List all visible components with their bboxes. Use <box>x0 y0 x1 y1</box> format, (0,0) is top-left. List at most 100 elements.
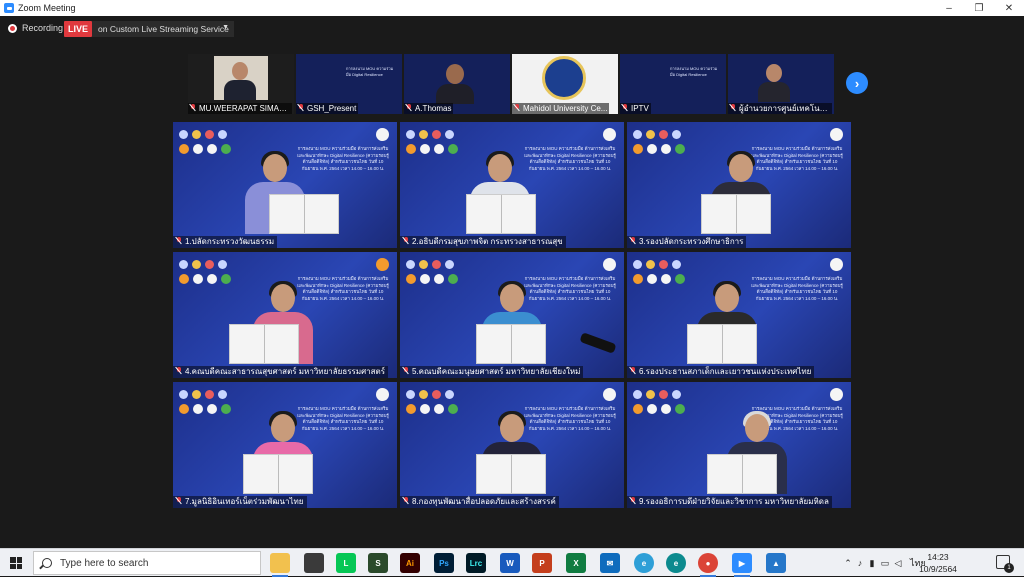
logo-row <box>633 274 685 284</box>
mail-icon[interactable]: ✉ <box>600 553 620 573</box>
chevron-right-icon: › <box>854 75 860 91</box>
participant-name: 3.รองปลัดกระทรวงศึกษาธิการ <box>627 236 747 248</box>
notification-icon[interactable]: 1 <box>996 555 1014 573</box>
strip-tile[interactable]: การลงนาม MOU ความร่วมมือ Digital Resilie… <box>620 54 726 114</box>
volume-icon[interactable]: ◁ <box>892 558 904 569</box>
windows-icon <box>10 557 22 569</box>
participant-name: 5.คณบดีคณะมนุษยศาสตร์ มหาวิทยาลัยเชียงให… <box>400 366 584 378</box>
illustrator-icon[interactable]: Ai <box>400 553 420 573</box>
participant-name: A.Thomas <box>404 103 454 114</box>
scribus-icon[interactable]: S <box>368 553 388 573</box>
mic-muted-icon <box>190 104 196 111</box>
logo-row <box>633 260 681 269</box>
mic-muted-icon <box>403 237 409 244</box>
mic-muted-icon <box>630 237 636 244</box>
video-tile[interactable]: การลงนาม MOU ความร่วมมือ ด้านการส่งเสริม… <box>173 382 397 508</box>
logo-row <box>179 274 231 284</box>
logo-row <box>633 130 681 139</box>
video-tile[interactable]: การลงนาม MOU ความร่วมมือ ด้านการส่งเสริม… <box>627 122 851 248</box>
start-button[interactable] <box>0 549 32 577</box>
taskbar-clock[interactable]: 14:23 10/9/2564 <box>912 551 964 575</box>
photoshop-icon[interactable]: Ps <box>434 553 454 573</box>
powerpoint-icon[interactable]: P <box>532 553 552 573</box>
mou-document <box>701 194 771 234</box>
mic-muted-icon <box>406 104 412 111</box>
strip-tile[interactable]: ผู้อำนวยการศูนย์เทคโนโลยี... <box>728 54 834 114</box>
restore-button[interactable]: ❐ <box>964 0 994 16</box>
participant-name: 9.รองอธิการบดีฝ่ายวิจัยและวิชาการ มหาวิท… <box>627 496 832 508</box>
strip-tile[interactable]: MU.WEERAPAT SIMAN... <box>188 54 294 114</box>
next-page-button[interactable]: › <box>846 72 868 94</box>
logo-row <box>406 130 454 139</box>
mic-muted-icon <box>176 367 182 374</box>
word-icon[interactable]: W <box>500 553 520 573</box>
strip-tile[interactable]: A.Thomas <box>404 54 510 114</box>
org-logo <box>376 128 389 141</box>
video-tile[interactable]: การลงนาม MOU ความร่วมมือ ด้านการส่งเสริม… <box>173 252 397 378</box>
video-tile[interactable]: การลงนาม MOU ความร่วมมือ ด้านการส่งเสริม… <box>173 122 397 248</box>
mou-document <box>476 324 546 364</box>
video-tile[interactable]: การลงนาม MOU ความร่วมมือ ด้านการส่งเสริม… <box>400 382 624 508</box>
live-badge: LIVE <box>64 21 92 37</box>
strip-tile[interactable]: การลงนาม MOU ความร่วมมือ Digital Resilie… <box>296 54 402 114</box>
logo-row <box>179 390 227 399</box>
logo-row <box>633 390 681 399</box>
participant-name: 2.อธิบดีกรมสุขภาพจิต กระทรวงสาธารณสุข <box>400 236 566 248</box>
battery-icon[interactable]: ▭ <box>878 558 892 569</box>
video-tile[interactable]: การลงนาม MOU ความร่วมมือ ด้านการส่งเสริม… <box>400 252 624 378</box>
participant-name: Mahidol University Ce... <box>512 103 610 114</box>
search-icon <box>42 558 52 568</box>
mic-muted-icon <box>176 237 182 244</box>
clock-time: 14:23 <box>927 552 949 562</box>
participant-name: IPTV <box>620 103 651 114</box>
participant-name: 7.มูลนิธิอินเทอร์เน็ตร่วมพัฒนาไทย <box>173 496 307 508</box>
participant-name: ผู้อำนวยการศูนย์เทคโนโลยี... <box>728 103 832 114</box>
mic-muted-icon <box>403 367 409 374</box>
mic-muted-icon <box>622 104 628 111</box>
video-tile[interactable]: การลงนาม MOU ความร่วมมือ ด้านการส่งเสริม… <box>627 382 851 508</box>
zoom-icon <box>4 3 14 13</box>
close-button[interactable]: ✕ <box>994 0 1024 16</box>
taskbar: Type here to search L S Ai Ps Lrc W P X … <box>0 548 1024 577</box>
sticky-notes-icon[interactable] <box>304 553 324 573</box>
mou-document <box>229 324 299 364</box>
logo-row <box>633 404 685 414</box>
chrome-icon[interactable]: ● <box>698 553 718 577</box>
network-icon[interactable]: ▮ <box>866 558 878 569</box>
excel-icon[interactable]: X <box>566 553 586 573</box>
microphone-stand <box>579 332 617 354</box>
org-logo <box>830 388 843 401</box>
strip-tile[interactable]: Mahidol University Ce... <box>512 54 618 114</box>
mou-document <box>466 194 536 234</box>
edge-icon[interactable]: e <box>666 553 686 573</box>
live-stream-label: on Custom Live Streaming Service <box>98 24 229 34</box>
event-banner-text: การลงนาม MOU ความร่วมมือ ด้านการส่งเสริม… <box>524 146 616 171</box>
logo-row <box>179 144 231 154</box>
mic-muted-icon <box>176 497 182 504</box>
file-explorer-icon[interactable] <box>270 553 290 577</box>
taskbar-search[interactable]: Type here to search <box>33 551 261 575</box>
logo-row <box>406 390 454 399</box>
internet-explorer-icon[interactable]: e <box>634 553 654 573</box>
participant-name: 8.กองทุนพัฒนาสื่อปลอดภัยและสร้างสรรค์ <box>400 496 559 508</box>
line-icon[interactable]: L <box>336 553 356 573</box>
clock-date: 10/9/2564 <box>919 564 957 574</box>
live-stream-dropdown[interactable]: on Custom Live Streaming Service ▼ <box>92 21 234 37</box>
recording-label[interactable]: Recording <box>22 23 63 33</box>
minimize-button[interactable]: – <box>934 0 964 16</box>
mic-muted-icon <box>730 104 736 111</box>
org-logo <box>830 128 843 141</box>
lightroom-icon[interactable]: Lrc <box>466 553 486 573</box>
chevron-up-icon[interactable]: ⌃ <box>842 558 854 569</box>
recording-icon[interactable] <box>8 24 17 33</box>
zoom-taskbar-icon[interactable]: ▶ <box>732 553 752 577</box>
mou-document <box>707 454 777 494</box>
logo-row <box>179 404 231 414</box>
photos-icon[interactable]: ▲ <box>766 553 786 573</box>
university-seal-logo <box>542 56 586 100</box>
video-tile[interactable]: การลงนาม MOU ความร่วมมือ ด้านการส่งเสริม… <box>400 122 624 248</box>
microphone-icon[interactable]: ♪ <box>854 558 866 568</box>
search-placeholder: Type here to search <box>60 557 149 569</box>
video-tile[interactable]: การลงนาม MOU ความร่วมมือ ด้านการส่งเสริม… <box>627 252 851 378</box>
participant-name: 1.ปลัดกระทรวงวัฒนธรรม <box>173 236 278 248</box>
